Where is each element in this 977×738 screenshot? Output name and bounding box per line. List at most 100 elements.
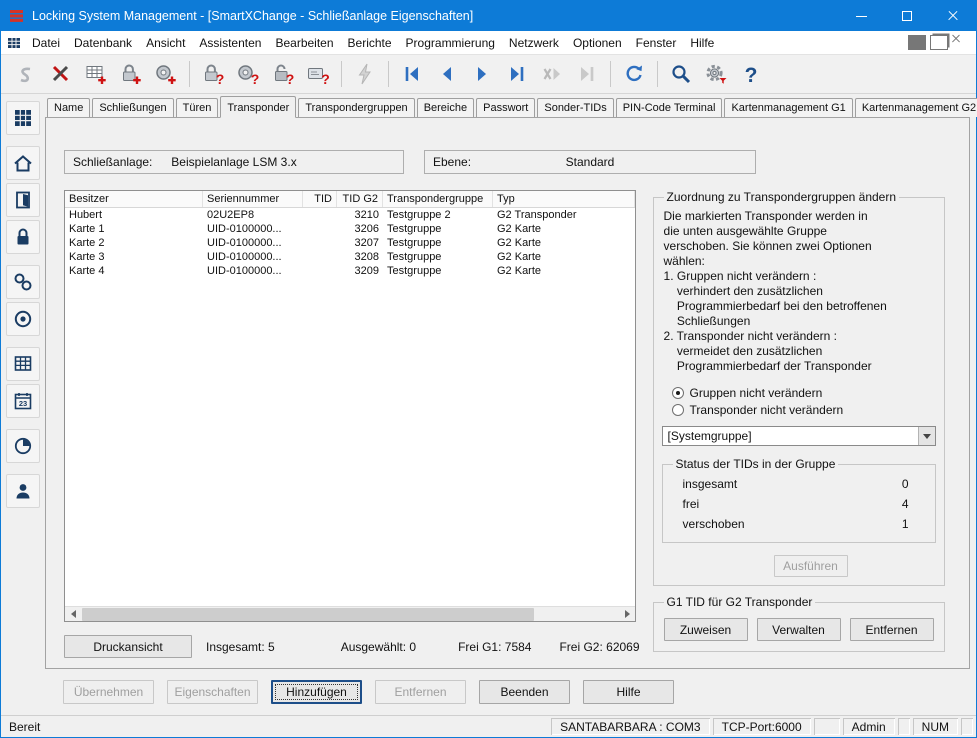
sidebar-button-transponders[interactable] — [6, 265, 40, 299]
maximize-button[interactable] — [884, 1, 930, 31]
tab-kartenmanagement-g1[interactable]: Kartenmanagement G1 — [724, 98, 852, 117]
mdi-minimize-button[interactable] — [908, 35, 926, 50]
new-locking-system-icon — [84, 62, 108, 86]
column-header-tid-g2[interactable]: TID G2 — [337, 191, 383, 207]
tab-transpondergruppen[interactable]: Transpondergruppen — [298, 98, 414, 117]
toolbar-button-new-transponder[interactable] — [149, 58, 183, 90]
toolbar-button-read-transponder[interactable]: ? — [231, 58, 265, 90]
menu-item-ansicht[interactable]: Ansicht — [139, 33, 192, 53]
sidebar-button-disc[interactable] — [6, 302, 40, 336]
tab-tueren[interactable]: Türen — [176, 98, 219, 117]
mdi-close-button[interactable] — [952, 35, 970, 50]
tab-schliessungen[interactable]: Schließungen — [92, 98, 173, 117]
menu-item-bearbeiten[interactable]: Bearbeiten — [268, 33, 340, 53]
tab-passwort[interactable]: Passwort — [476, 98, 535, 117]
help-button[interactable]: Hilfe — [583, 680, 674, 704]
locking-system-field: Schließanlage: Beispielanlage LSM 3.x — [64, 150, 404, 174]
remove-tid-button[interactable]: Entfernen — [850, 618, 934, 641]
assignment-title: Zuordnung zu Transpondergruppen ändern — [664, 190, 900, 204]
level-value: Standard — [425, 155, 755, 169]
sidebar-button-grid[interactable] — [6, 347, 40, 381]
close-dialog-button[interactable]: Beenden — [479, 680, 570, 704]
toolbar-button-search[interactable] — [664, 58, 698, 90]
menu-item-fenster[interactable]: Fenster — [629, 33, 684, 53]
column-header-besitzer[interactable]: Besitzer — [65, 191, 203, 207]
transponder-table: Besitzer Seriennummer TID TID G2 Transpo… — [64, 190, 636, 622]
manage-button[interactable]: Verwalten — [757, 618, 841, 641]
menu-item-datei[interactable]: Datei — [25, 33, 67, 53]
matrix-icon — [12, 107, 34, 129]
toolbar-button-nav-first[interactable] — [395, 58, 429, 90]
sidebar-button-calendar[interactable]: 23 — [6, 384, 40, 418]
toolbar-button-read-lock-g1[interactable]: ? — [266, 58, 300, 90]
table-cell: Testgruppe — [383, 222, 493, 236]
scroll-right-button[interactable] — [619, 607, 635, 622]
toolbar-button-new-lock[interactable] — [114, 58, 148, 90]
close-button[interactable] — [930, 1, 976, 31]
tab-kartenmanagement-g2[interactable]: Kartenmanagement G2 — [855, 98, 977, 117]
sidebar-button-matrix[interactable] — [6, 101, 40, 135]
menu-item-netzwerk[interactable]: Netzwerk — [502, 33, 566, 53]
tab-transponder[interactable]: Transponder — [220, 96, 296, 118]
toolbar-button-read-card[interactable]: ? — [301, 58, 335, 90]
table-row[interactable]: Karte 1 UID-0100000... 3206 Testgruppe G… — [65, 222, 635, 236]
group-select[interactable]: [Systemgruppe] — [662, 426, 936, 446]
table-cell — [303, 222, 337, 236]
menu-item-datenbank[interactable]: Datenbank — [67, 33, 139, 53]
toolbar-button-disconnect[interactable] — [44, 58, 78, 90]
menu-item-programmierung[interactable]: Programmierung — [399, 33, 502, 53]
svg-text:?: ? — [251, 71, 260, 86]
sidebar-button-home[interactable] — [6, 146, 40, 180]
menu-item-optionen[interactable]: Optionen — [566, 33, 629, 53]
minimize-button[interactable] — [838, 1, 884, 31]
column-header-seriennummer[interactable]: Seriennummer — [203, 191, 303, 207]
assign-button[interactable]: Zuweisen — [664, 618, 748, 641]
toolbar-button-nav-next[interactable] — [465, 58, 499, 90]
print-view-button[interactable]: Druckansicht — [64, 635, 192, 658]
tab-bereiche[interactable]: Bereiche — [417, 98, 474, 117]
sidebar-button-lock[interactable] — [6, 220, 40, 254]
assignment-description: Die markierten Transponder werden in die… — [664, 209, 936, 374]
toolbar-button-nav-prev[interactable] — [430, 58, 464, 90]
table-row[interactable]: Karte 4 UID-0100000... 3209 Testgruppe G… — [65, 264, 635, 278]
radio-keep-transponder[interactable] — [672, 404, 684, 416]
toolbar-button-refresh[interactable] — [617, 58, 651, 90]
selected-count: Ausgewählt: 0 — [341, 640, 416, 654]
scroll-left-button[interactable] — [65, 607, 81, 622]
tab-name[interactable]: Name — [47, 98, 90, 117]
toolbar-button-options-filter[interactable] — [699, 58, 733, 90]
toolbar-button-read-lock[interactable]: ? — [196, 58, 230, 90]
menu-item-assistenten[interactable]: Assistenten — [192, 33, 268, 53]
close-icon — [947, 10, 959, 22]
scrollbar-thumb[interactable] — [82, 608, 534, 621]
radio-keep-transponder-row[interactable]: Transponder nicht verändern — [672, 403, 936, 417]
column-header-tid[interactable]: TID — [303, 191, 337, 207]
table-row[interactable]: Karte 3 UID-0100000... 3208 Testgruppe G… — [65, 250, 635, 264]
table-row[interactable]: Hubert 02U2EP8 3210 Testgruppe 2 G2 Tran… — [65, 208, 635, 222]
menu-item-berichte[interactable]: Berichte — [341, 33, 399, 53]
toolbar-button-help[interactable]: ? — [734, 58, 768, 90]
sidebar-button-report[interactable] — [6, 429, 40, 463]
mdi-restore-button[interactable] — [930, 35, 948, 50]
list-footer: Druckansicht Insgesamt: 5 Ausgewählt: 0 … — [64, 635, 640, 658]
tab-strip: Name Schließungen Türen Transponder Tran… — [45, 94, 970, 117]
tab-sonder-tids[interactable]: Sonder-TIDs — [537, 98, 613, 117]
tab-pin-code-terminal[interactable]: PIN-Code Terminal — [616, 98, 723, 117]
sidebar-button-user[interactable] — [6, 474, 40, 508]
toolbar-button-new-locking-system[interactable] — [79, 58, 113, 90]
status-row-frei: frei 4 — [671, 494, 927, 514]
group-select-dropdown-button[interactable] — [918, 427, 935, 445]
table-cell: 3210 — [337, 208, 383, 222]
radio-keep-groups-row[interactable]: Gruppen nicht verändern — [672, 386, 936, 400]
table-row[interactable]: Karte 2 UID-0100000... 3207 Testgruppe G… — [65, 236, 635, 250]
tid-status-groupbox: Status der TIDs in der Gruppe insgesamt … — [662, 457, 936, 543]
add-button[interactable]: Hinzufügen — [271, 680, 362, 704]
sidebar-button-door[interactable] — [6, 183, 40, 217]
toolbar-button-nav-last[interactable] — [500, 58, 534, 90]
radio-keep-groups[interactable] — [672, 387, 684, 399]
horizontal-scrollbar[interactable] — [65, 606, 635, 621]
column-header-typ[interactable]: Typ — [493, 191, 635, 207]
table-cell: UID-0100000... — [203, 236, 303, 250]
column-header-transpondergruppe[interactable]: Transpondergruppe — [383, 191, 493, 207]
menu-item-hilfe[interactable]: Hilfe — [683, 33, 721, 53]
